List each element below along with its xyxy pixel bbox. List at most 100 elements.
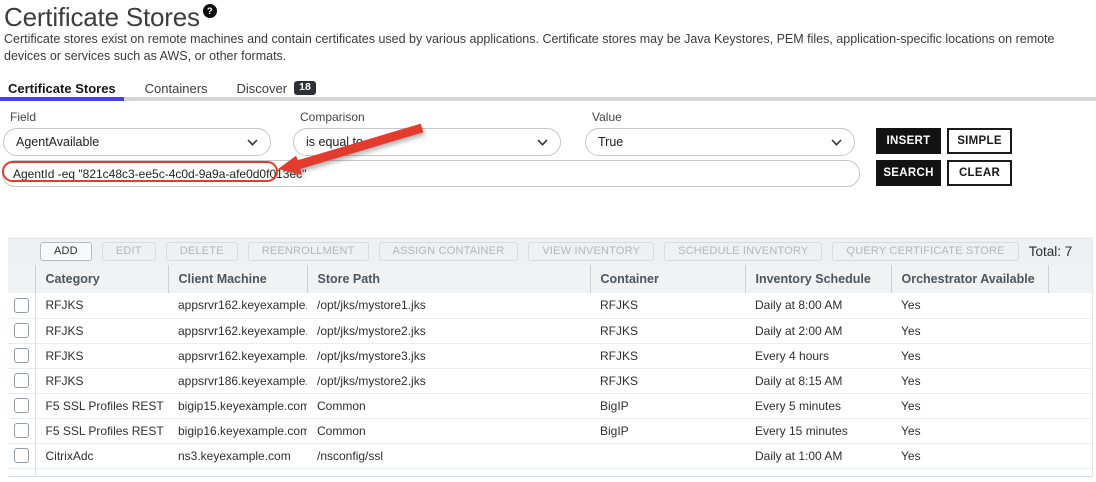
certificate-stores-table: Category Client Machine Store Path Conta… — [8, 265, 1092, 476]
active-tab-indicator — [0, 97, 124, 101]
column-header-client-machine[interactable]: Client Machine — [168, 265, 307, 293]
row-checkbox[interactable] — [14, 398, 29, 413]
cell-container: RFJKS — [590, 318, 745, 343]
table-header-row: Category Client Machine Store Path Conta… — [8, 265, 1092, 293]
cell-category: RFJKS — [35, 368, 168, 393]
row-checkbox[interactable] — [14, 298, 29, 313]
discover-count-badge: 18 — [294, 81, 316, 96]
query-input[interactable]: AgentId -eq "821c48c3-ee5c-4c0d-9a9a-afe… — [2, 160, 860, 187]
table-row: RFJKSappsrvr162.keyexample.com/opt/jks/m… — [8, 293, 1092, 318]
insert-button[interactable]: INSERT — [876, 128, 941, 154]
cell-container: RFJKS — [590, 343, 745, 368]
tab-discover[interactable]: Discover 18 — [237, 81, 316, 96]
add-button[interactable]: ADD — [40, 242, 92, 261]
checkbox-cell — [8, 443, 35, 468]
cell-container: RFJKS — [590, 368, 745, 393]
cell-inventory-schedule: Daily at 1:00 AM — [745, 443, 891, 468]
column-header-orchestrator-available[interactable]: Orchestrator Available — [891, 265, 1048, 293]
field-label: Field — [3, 110, 271, 124]
tab-bar: Certificate Stores Containers Discover 1… — [8, 79, 345, 97]
cell-category: CitrixAdc — [35, 443, 168, 468]
cell-orchestrator-available: Yes — [891, 393, 1048, 418]
tab-certificate-stores[interactable]: Certificate Stores — [8, 81, 116, 96]
value-select[interactable]: True — [585, 128, 855, 156]
cell-category: RFJKS — [35, 293, 168, 318]
cell-inventory-schedule: Every 4 hours — [745, 343, 891, 368]
clear-button[interactable]: CLEAR — [947, 160, 1012, 186]
field-group: Field AgentAvailable — [3, 110, 271, 156]
cell-category: RFJKS — [35, 343, 168, 368]
row-checkbox[interactable] — [14, 373, 29, 388]
comparison-group: Comparison is equal to — [293, 110, 561, 156]
cell-inventory-schedule: Every 5 minutes — [745, 393, 891, 418]
cell-store-path: /nsconfig/ssl — [307, 443, 590, 468]
column-header-category[interactable]: Category — [35, 265, 168, 293]
cell-store-path: /opt/jks/mystore2.jks — [307, 368, 590, 393]
filler-cell — [1048, 343, 1092, 368]
field-select[interactable]: AgentAvailable — [3, 128, 271, 156]
cell-container — [590, 443, 745, 468]
field-selected-value: AgentAvailable — [16, 135, 99, 149]
schedule-inventory-button[interactable]: SCHEDULE INVENTORY — [664, 242, 822, 261]
value-label: Value — [585, 110, 855, 124]
table-row: RFJKSappsrvr162.keyexample.com/opt/jks/m… — [8, 318, 1092, 343]
cell-client-machine: appsrvr186.keyexample.com — [168, 368, 307, 393]
checkbox-cell — [8, 293, 35, 318]
simple-button[interactable]: SIMPLE — [947, 128, 1012, 154]
table-body: RFJKSappsrvr162.keyexample.com/opt/jks/m… — [8, 293, 1092, 476]
row-checkbox[interactable] — [14, 348, 29, 363]
chevron-down-icon — [831, 139, 842, 146]
cell-inventory-schedule: Daily at 8:00 AM — [745, 293, 891, 318]
checkbox-cell — [8, 318, 35, 343]
cell-orchestrator-available: Yes — [891, 293, 1048, 318]
cell-category: RFJKS — [35, 318, 168, 343]
cell-orchestrator-available: Yes — [891, 443, 1048, 468]
filler-cell — [1048, 368, 1092, 393]
value-group: Value True — [585, 110, 855, 156]
row-checkbox[interactable] — [14, 423, 29, 438]
column-header-inventory-schedule[interactable]: Inventory Schedule — [745, 265, 891, 293]
filler-column-header — [1048, 265, 1092, 293]
grid-toolbar: ADD EDIT DELETE REENROLLMENT ASSIGN CONT… — [8, 237, 1092, 265]
delete-button[interactable]: DELETE — [166, 242, 238, 261]
column-header-store-path[interactable]: Store Path — [307, 265, 590, 293]
column-header-container[interactable]: Container — [590, 265, 745, 293]
table-row: RFJKSappsrvr162.keyexample.com/opt/jks/m… — [8, 343, 1092, 368]
cell-category: F5 SSL Profiles REST — [35, 418, 168, 443]
tab-label: Certificate Stores — [8, 81, 116, 96]
cell-inventory-schedule: Daily at 2:00 AM — [745, 318, 891, 343]
tab-underline — [0, 97, 1096, 101]
edit-button[interactable]: EDIT — [102, 242, 156, 261]
cell-store-path: Common — [307, 418, 590, 443]
row-checkbox[interactable] — [14, 323, 29, 338]
reenrollment-button[interactable]: REENROLLMENT — [248, 242, 369, 261]
tab-label: Containers — [145, 81, 208, 96]
cell-orchestrator-available: Yes — [891, 368, 1048, 393]
view-inventory-button[interactable]: VIEW INVENTORY — [528, 242, 654, 261]
page-header: Certificate Stores ? — [4, 4, 217, 30]
cell-client-machine: bigip15.keyexample.com — [168, 393, 307, 418]
table-row: F5 SSL Profiles RESTbigip15.keyexample.c… — [8, 393, 1092, 418]
chevron-down-icon — [537, 139, 548, 146]
table-row: F5 SSL Profiles RESTbigip16.keyexample.c… — [8, 418, 1092, 443]
page-title: Certificate Stores — [4, 4, 200, 30]
query-certificate-store-button[interactable]: QUERY CERTIFICATE STORE — [832, 242, 1018, 261]
filler-cell — [1048, 393, 1092, 418]
value-selected-value: True — [598, 135, 623, 149]
cell-container: BigIP — [590, 418, 745, 443]
cell-inventory-schedule: Daily at 8:15 AM — [745, 368, 891, 393]
filler-cell — [1048, 318, 1092, 343]
assign-container-button[interactable]: ASSIGN CONTAINER — [379, 242, 519, 261]
cell-store-path: /opt/jks/mystore1.jks — [307, 293, 590, 318]
page-description: Certificate stores exist on remote machi… — [4, 31, 1094, 64]
row-checkbox[interactable] — [14, 448, 29, 463]
comparison-select[interactable]: is equal to — [293, 128, 561, 156]
tab-containers[interactable]: Containers — [145, 81, 208, 96]
cell-client-machine: ns3.keyexample.com — [168, 443, 307, 468]
cell-orchestrator-available: Yes — [891, 318, 1048, 343]
filler-cell — [1048, 418, 1092, 443]
comparison-label: Comparison — [293, 110, 561, 124]
help-icon[interactable]: ? — [203, 4, 217, 18]
cell-container: RFJKS — [590, 293, 745, 318]
search-button[interactable]: SEARCH — [876, 160, 941, 186]
